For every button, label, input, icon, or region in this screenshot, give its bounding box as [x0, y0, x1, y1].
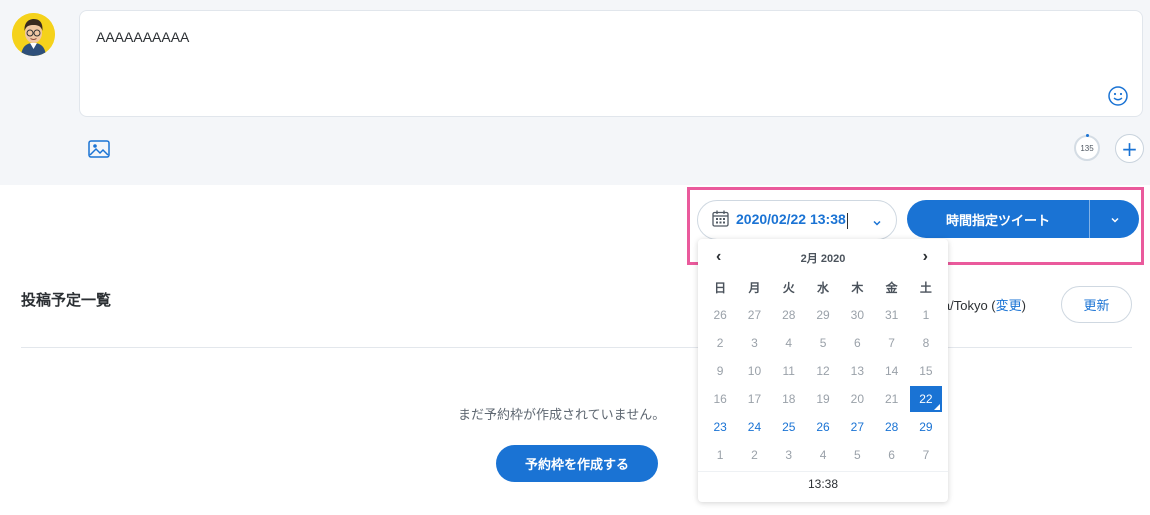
emoji-icon[interactable]	[1107, 85, 1129, 107]
calendar-day[interactable]: 28	[874, 413, 908, 441]
calendar-day[interactable]: 12	[806, 357, 840, 385]
tweet-text[interactable]: AAAAAAAAAA	[96, 29, 189, 45]
calendar-icon	[712, 210, 729, 231]
calendar-day[interactable]: 10	[737, 357, 771, 385]
calendar-day[interactable]: 11	[772, 357, 806, 385]
composer-panel: AAAAAAAAAA 135 +	[0, 0, 1150, 185]
schedule-tweet-button-group: 時間指定ツイート	[907, 200, 1139, 238]
calendar-day[interactable]: 23	[703, 413, 737, 441]
calendar-day[interactable]: 13	[840, 357, 874, 385]
chevron-down-icon	[1110, 210, 1120, 229]
calendar-day[interactable]: 4	[772, 329, 806, 357]
divider	[698, 471, 948, 472]
calendar-day[interactable]: 18	[772, 385, 806, 413]
schedule-options-button[interactable]	[1090, 200, 1139, 238]
calendar-day-other-month[interactable]: 1	[703, 441, 737, 469]
calendar-day-other-month[interactable]: 7	[909, 441, 943, 469]
calendar-day[interactable]: 20	[840, 385, 874, 413]
calendar-day[interactable]: 9	[703, 357, 737, 385]
calendar-day[interactable]: 5	[806, 329, 840, 357]
schedule-tweet-button[interactable]: 時間指定ツイート	[907, 200, 1089, 238]
calendar-day-other-month[interactable]: 30	[840, 301, 874, 329]
chevron-down-icon[interactable]	[872, 213, 882, 226]
create-slot-button[interactable]: 予約枠を作成する	[496, 445, 658, 482]
calendar-day[interactable]: 17	[737, 385, 771, 413]
weekday-label: 金	[885, 280, 898, 295]
change-timezone-link[interactable]: 変更	[996, 298, 1022, 313]
char-counter: 135	[1074, 134, 1100, 161]
weekday-label: 木	[851, 280, 864, 295]
calendar-day[interactable]: 26	[806, 413, 840, 441]
calendar-day[interactable]: 16	[703, 385, 737, 413]
add-tweet-button[interactable]: +	[1115, 134, 1144, 163]
weekday-label: 月	[748, 280, 761, 295]
calendar-day[interactable]: 3	[737, 329, 771, 357]
weekday-label: 土	[919, 280, 932, 295]
calendar-day[interactable]: 14	[874, 357, 908, 385]
weekday-label: 火	[782, 280, 795, 295]
calendar-day[interactable]: 8	[909, 329, 943, 357]
calendar-day-other-month[interactable]: 2	[737, 441, 771, 469]
calendar-day-other-month[interactable]: 4	[806, 441, 840, 469]
calendar-day-other-month[interactable]: 3	[772, 441, 806, 469]
avatar[interactable]	[12, 13, 55, 56]
calendar-day-other-month[interactable]: 27	[737, 301, 771, 329]
calendar-header: ‹ 2月 2020 ›	[698, 249, 948, 266]
calendar-day[interactable]: 27	[840, 413, 874, 441]
calendar-day-other-month[interactable]: 29	[806, 301, 840, 329]
datepicker-popup: ‹ 2月 2020 › 日月火水木金土 26 27 28 29 30 31 1 2 3 4 5 6 7 8 9…	[698, 239, 948, 502]
calendar-day[interactable]: 21	[874, 385, 908, 413]
calendar-day-selected[interactable]: 22	[909, 386, 943, 412]
calendar-grid: 日月火水木金土 26 27 28 29 30 31 1 2 3 4 5 6 7 8 9 10 11 12 13 14 15…	[703, 273, 943, 469]
datetime-value[interactable]: 2020/02/22 13:38	[736, 211, 848, 229]
calendar-day-other-month[interactable]: 31	[874, 301, 908, 329]
tweet-compose-box[interactable]: AAAAAAAAAA	[79, 10, 1143, 117]
calendar-day-other-month[interactable]: 5	[840, 441, 874, 469]
calendar-day[interactable]: 29	[909, 413, 943, 441]
weekday-label: 日	[714, 280, 727, 295]
calendar-month-label: 2月 2020	[800, 253, 846, 265]
timezone-label: ia/Tokyo (変更)	[940, 298, 1026, 313]
calendar-day[interactable]: 7	[874, 329, 908, 357]
calendar-day-other-month[interactable]: 6	[874, 441, 908, 469]
calendar-day[interactable]: 1	[909, 301, 943, 329]
calendar-day-other-month[interactable]: 28	[772, 301, 806, 329]
divider	[21, 347, 1132, 348]
calendar-day[interactable]: 15	[909, 357, 943, 385]
next-month-button[interactable]: ›	[923, 249, 928, 265]
datetime-picker-field[interactable]: 2020/02/22 13:38	[697, 200, 897, 240]
calendar-day[interactable]: 25	[772, 413, 806, 441]
calendar-day[interactable]: 19	[806, 385, 840, 413]
empty-state-message: まだ予約枠が作成されていません。	[458, 408, 666, 423]
page-title: 投稿予定一覧	[21, 291, 112, 309]
calendar-day-other-month[interactable]: 26	[703, 301, 737, 329]
image-icon[interactable]	[88, 140, 110, 158]
time-selector[interactable]: 13:38	[698, 477, 948, 491]
calendar-day[interactable]: 2	[703, 329, 737, 357]
calendar-day[interactable]: 24	[737, 413, 771, 441]
refresh-button[interactable]: 更新	[1061, 286, 1132, 323]
weekday-label: 水	[817, 280, 830, 295]
calendar-day[interactable]: 6	[840, 329, 874, 357]
